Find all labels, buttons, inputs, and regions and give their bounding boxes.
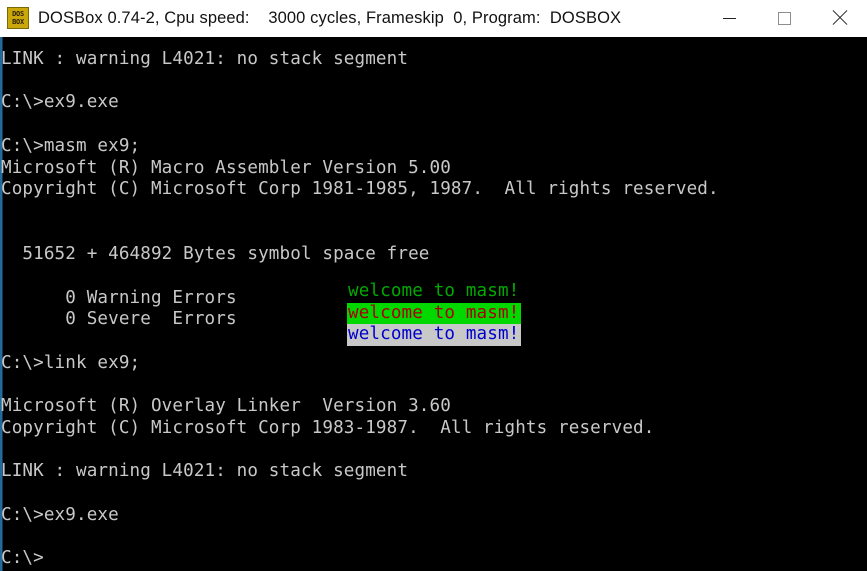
- console-line: Microsoft (R) Macro Assembler Version 5.…: [1, 157, 451, 178]
- console-line: Copyright (C) Microsoft Corp 1983-1987. …: [1, 417, 655, 438]
- dos-console[interactable]: LINK : warning L4021: no stack segment C:…: [0, 37, 867, 571]
- console-line: C:\>masm ex9;: [1, 135, 141, 156]
- highlighted-line: welcome to masm!: [347, 302, 521, 325]
- highlighted-line: welcome to masm!: [347, 324, 521, 347]
- close-icon: [831, 9, 849, 27]
- console-line: C:\>link ex9;: [1, 352, 141, 373]
- dosbox-app-icon: DOS BOX: [7, 7, 29, 29]
- console-line: C:\>ex9.exe: [1, 92, 119, 113]
- console-line: LINK : warning L4021: no stack segment: [1, 49, 409, 69]
- console-line: C:\>: [1, 548, 44, 569]
- console-line: Microsoft (R) Overlay Linker Version 3.6…: [1, 396, 451, 417]
- maximize-button[interactable]: [757, 0, 812, 36]
- console-line: LINK : warning L4021: no stack segment: [1, 461, 409, 482]
- console-line: C:\>ex9.exe: [1, 504, 119, 525]
- console-line: 0 Warning Errors: [1, 287, 237, 308]
- maximize-icon: [778, 11, 791, 25]
- window-controls: [702, 0, 867, 37]
- highlighted-line: welcome to masm!: [347, 281, 521, 303]
- window-title: DOSBox 0.74-2, Cpu speed: 3000 cycles, F…: [38, 8, 622, 27]
- console-line: 51652 + 464892 Bytes symbol space free: [1, 244, 430, 265]
- dosbox-window: DOS BOX DOSBox 0.74-2, Cpu speed: 3000 c…: [0, 0, 867, 571]
- highlighted-output-block: welcome to masm! welcome to masm! welcome …: [347, 281, 521, 347]
- app-icon-line-1: DOS: [12, 10, 24, 18]
- app-icon-line-2: BOX: [12, 18, 24, 26]
- console-line: 0 Severe Errors: [1, 309, 237, 330]
- window-titlebar[interactable]: DOS BOX DOSBox 0.74-2, Cpu speed: 3000 c…: [0, 0, 867, 37]
- close-button[interactable]: [812, 0, 867, 36]
- minimize-icon: [723, 17, 736, 19]
- console-line: Copyright (C) Microsoft Corp 1981-1985, …: [1, 179, 719, 200]
- minimize-button[interactable]: [702, 0, 757, 36]
